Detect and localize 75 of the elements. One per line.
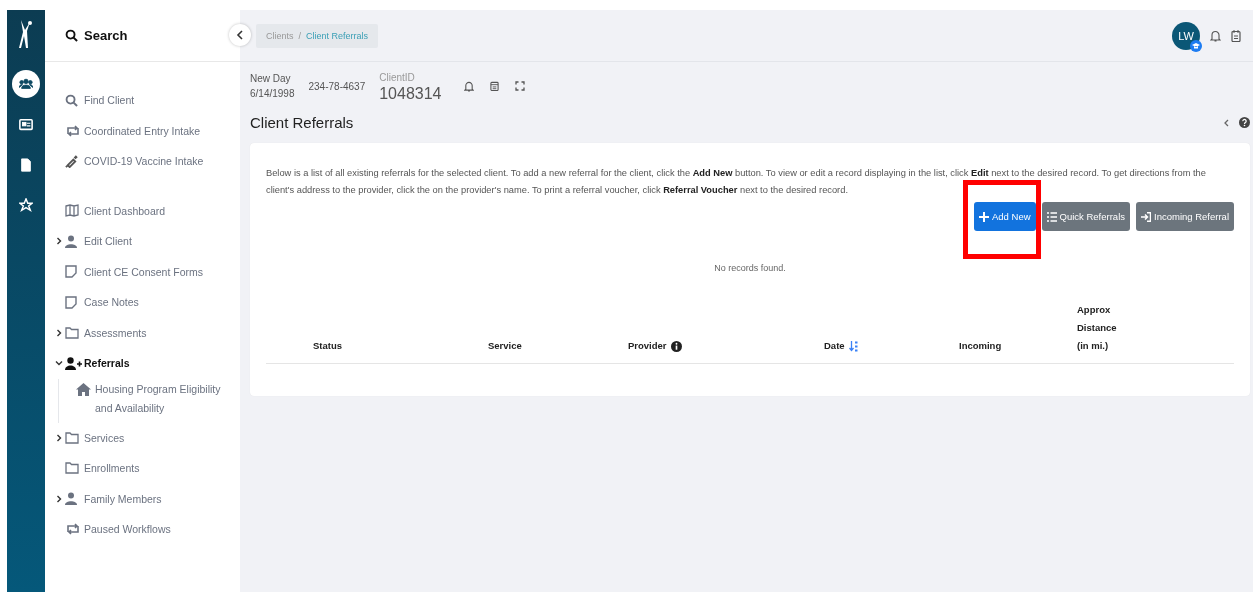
chevron-down-icon <box>55 359 63 368</box>
sidebar-item[interactable]: Coordinated Entry Intake <box>55 115 240 146</box>
loop-arrows-icon <box>65 124 81 137</box>
intro-text: Below is a list of all existing referrals for the selected client. To add a new referral for the client, click the Add New button. To view or edit a record displaying in the list, click Edit next to the desired record. To get directions from the client's address to the provider, click the on the provider's name. To print a referral voucher, click Referral Voucher next to the desired record. <box>266 167 1207 197</box>
chevron-right-icon <box>55 237 63 246</box>
column-header[interactable]: Approx Distance (in mi.) <box>1077 301 1121 355</box>
help-icon <box>1239 117 1250 128</box>
sidebar-item[interactable]: Assessments <box>55 317 240 348</box>
sidebar-item[interactable]: Services <box>55 422 240 453</box>
client-id: 1048314 <box>379 85 442 102</box>
search-icon <box>65 29 78 42</box>
bell-icon <box>463 80 474 92</box>
document-icon <box>19 158 33 172</box>
sidebar-item[interactable]: COVID-19 Vaccine Intake <box>55 146 240 177</box>
client-name: New Day <box>250 72 292 86</box>
expand-icon <box>514 81 525 91</box>
column-header[interactable]: Service <box>441 337 581 355</box>
sidebar-item[interactable]: Case Notes <box>55 287 240 318</box>
graduation-cap-icon <box>1190 39 1202 52</box>
person-icon <box>65 234 77 248</box>
column-header[interactable]: Incoming <box>912 337 1077 355</box>
chevron-right-icon <box>55 433 63 442</box>
client-ssn: 234-78-4637 <box>308 80 366 92</box>
column-header[interactable]: Provider <box>581 337 777 355</box>
sidebar-item[interactable]: Find Client <box>55 85 240 116</box>
rail-button[interactable] <box>12 70 40 98</box>
folder-icon <box>65 431 79 444</box>
list-icon <box>1046 211 1057 222</box>
plus-icon <box>979 211 989 222</box>
search-title[interactable]: Search <box>84 28 128 43</box>
syringe-icon <box>65 154 78 168</box>
sign-in-icon <box>1141 211 1151 222</box>
notepad-icon <box>1231 29 1241 42</box>
people-icon <box>19 77 33 91</box>
sidebar-item[interactable]: Family Members <box>55 483 240 514</box>
collapse-button[interactable] <box>229 24 251 46</box>
column-header[interactable]: Date <box>777 337 912 355</box>
sidebar-item[interactable]: Enrollments <box>55 453 240 484</box>
sidebar-item[interactable]: Paused Workflows <box>55 514 240 545</box>
folder-icon <box>65 326 79 339</box>
column-header[interactable]: Status <box>266 337 441 355</box>
calendar-icon <box>489 81 499 91</box>
note-icon <box>65 295 77 309</box>
loop-arrows-icon <box>65 523 81 536</box>
client-id-label: ClientID <box>379 71 416 85</box>
sidebar-item[interactable]: Referrals <box>55 348 240 379</box>
info-icon <box>670 340 682 352</box>
id-card-icon <box>19 118 33 132</box>
add-new-button[interactable]: Add New <box>974 202 1036 231</box>
page-title: Client Referrals <box>250 114 354 131</box>
person-icon <box>65 492 77 506</box>
user-avatar[interactable]: LW <box>1172 21 1200 50</box>
sidebar-item[interactable]: Client Dashboard <box>55 195 240 226</box>
sidebar-item[interactable]: Client CE Consent Forms <box>55 256 240 287</box>
chevron-left-icon <box>236 30 244 40</box>
chevron-left-icon <box>1223 118 1229 127</box>
star-icon <box>19 198 33 212</box>
breadcrumb-separator: / <box>298 30 302 41</box>
sidebar-item[interactable]: Housing Program Eligibility and Availability <box>76 378 236 423</box>
quick-referrals-button[interactable]: Quick Referrals <box>1041 202 1130 231</box>
house-icon <box>76 382 91 396</box>
empty-message: No records found. <box>713 263 787 273</box>
folder-icon <box>65 462 79 475</box>
incoming-referral-button[interactable]: Incoming Referral <box>1136 202 1234 231</box>
sidebar-item[interactable]: Edit Client <box>55 226 240 257</box>
map-icon <box>65 204 79 218</box>
client-dob: 6/14/1998 <box>250 87 295 101</box>
chevron-right-icon <box>55 328 63 337</box>
chevron-right-icon <box>55 494 63 503</box>
note-icon <box>65 265 77 279</box>
logo-icon <box>19 20 33 48</box>
bell-icon <box>1210 29 1221 42</box>
sort-icon <box>848 340 858 352</box>
search-icon <box>65 93 78 107</box>
person-plus-icon <box>65 356 82 370</box>
